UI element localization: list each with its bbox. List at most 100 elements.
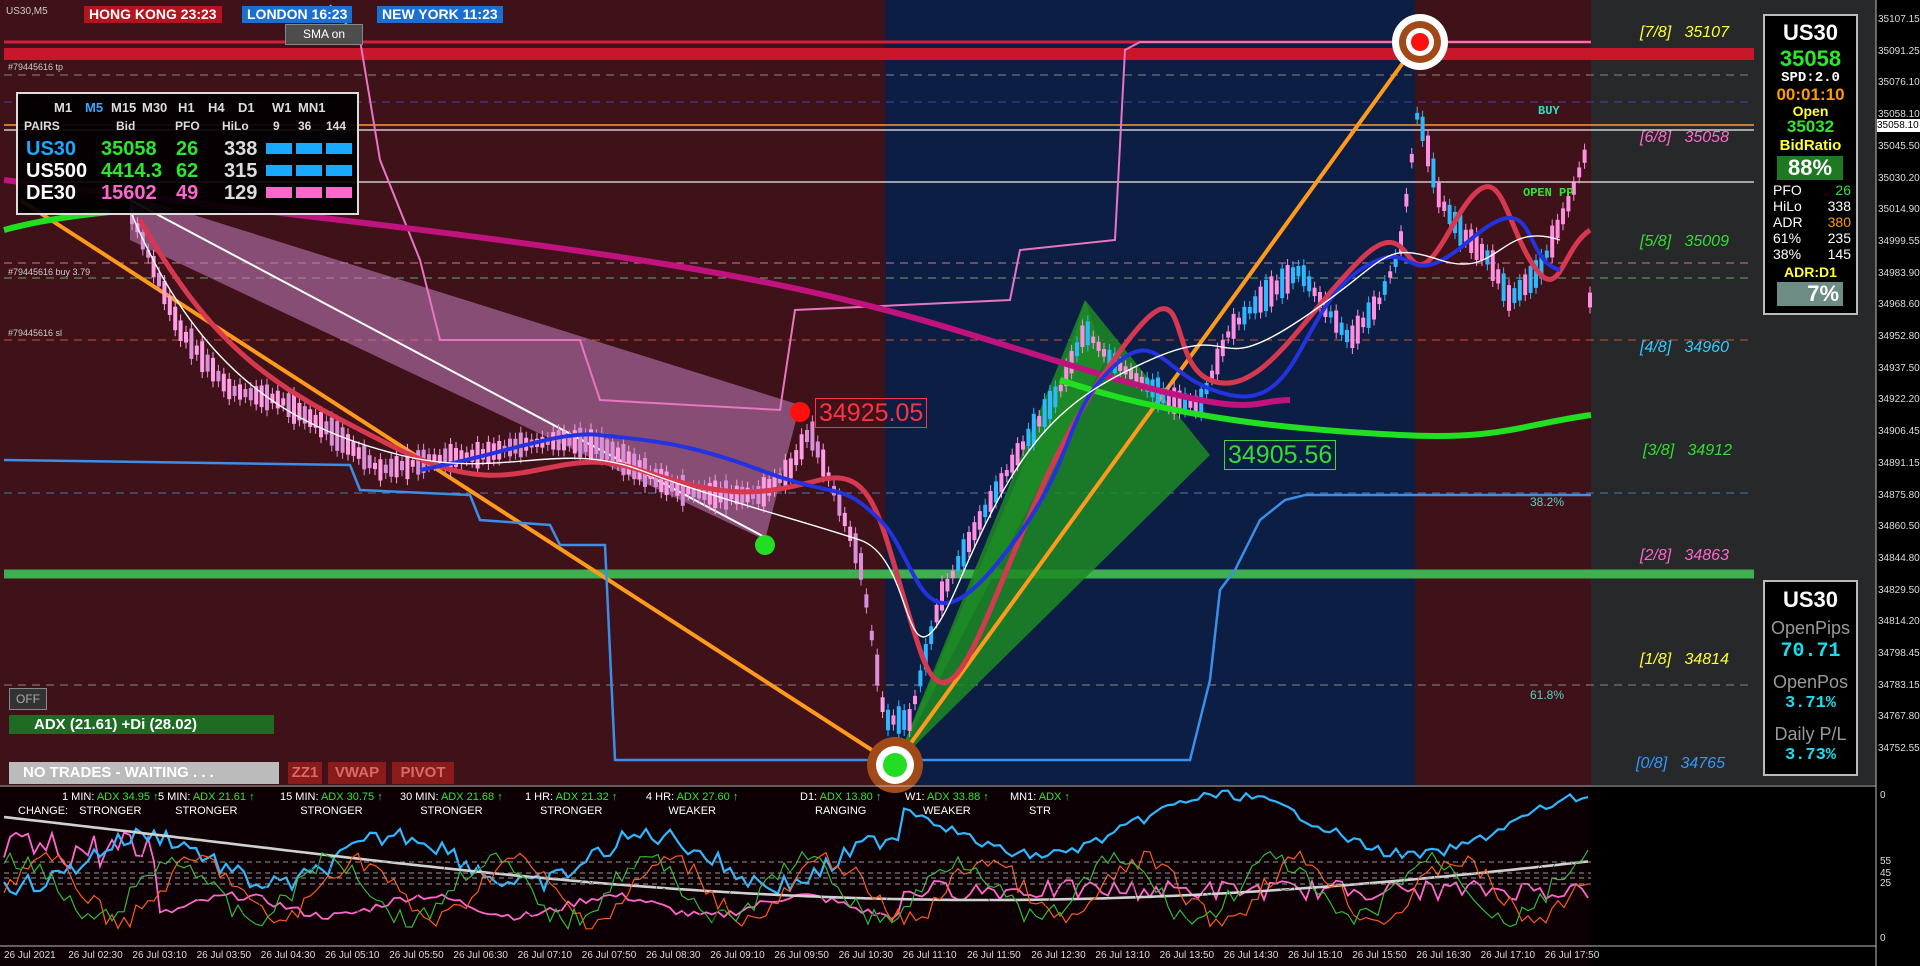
tf-m5[interactable]: M5 <box>85 100 103 115</box>
pair-hilo: 315 <box>224 160 258 182</box>
open-pp-label: OPEN PP <box>1523 186 1574 200</box>
target-low-dot <box>883 753 907 777</box>
candle <box>902 710 907 730</box>
pairs-dashboard: M1 M5 M15 M30 H1 H4 D1 W1 MN1 PAIRS Bid … <box>16 92 359 215</box>
tf-m15[interactable]: M15 <box>111 100 136 115</box>
candle <box>767 479 772 496</box>
ind-axis-label: 25 <box>1880 878 1892 889</box>
candle <box>1031 413 1036 445</box>
fib-label: [3/8] <box>1643 442 1675 459</box>
candle <box>1091 336 1096 344</box>
time-axis-label: 26 Jul 2021 <box>4 950 56 961</box>
candle <box>907 709 912 731</box>
price-axis-label: 34906.45 <box>1878 426 1920 438</box>
tf-m1[interactable]: M1 <box>54 100 72 115</box>
time-axis-label: 26 Jul 16:30 <box>1416 950 1471 961</box>
candle <box>972 522 977 541</box>
pnl-symbol: US30 <box>1782 587 1839 612</box>
swing-low-callout: 34905.56 <box>1224 440 1337 470</box>
candle <box>886 709 890 731</box>
panel-symbol: US30 <box>1782 20 1839 45</box>
stat-value: 380 <box>1827 214 1851 230</box>
fib-level-5-8: [5/8] 35009 <box>1640 233 1729 251</box>
swing-high-callout: 34925.05 <box>815 398 928 428</box>
candle <box>324 421 329 435</box>
swing-high-marker <box>790 402 810 422</box>
open-pips-label: OpenPips <box>1770 618 1851 638</box>
tf-mn1[interactable]: MN1 <box>298 100 325 115</box>
candle <box>1447 204 1452 224</box>
pair-pfo: 62 <box>176 160 199 182</box>
candle <box>1015 443 1020 466</box>
open-pips-value: 70.71 <box>1780 640 1841 663</box>
pair-bid: 4414.3 <box>101 160 163 182</box>
candle <box>1409 154 1414 163</box>
candle <box>988 491 993 512</box>
candle <box>1085 321 1090 346</box>
candle <box>1355 315 1360 344</box>
pair-name: DE30 <box>26 182 77 204</box>
time-axis-label: 26 Jul 06:30 <box>453 950 508 961</box>
candle <box>788 458 793 479</box>
pair-pfo: 49 <box>176 182 199 204</box>
candle <box>859 553 863 580</box>
candle <box>1377 297 1382 305</box>
candle <box>1215 348 1220 375</box>
adx-timeframe-item: 4 HR: ADX 27.60 ↑ WEAKER <box>646 790 738 818</box>
price-axis-label: 35076.10 <box>1878 77 1920 89</box>
candle <box>205 354 210 372</box>
time-axis-label: 26 Jul 04:30 <box>260 950 316 961</box>
fib-value: 34912 <box>1687 442 1732 459</box>
candle <box>913 695 917 705</box>
candle <box>1501 273 1506 301</box>
time-axis-label: 26 Jul 13:50 <box>1159 950 1215 961</box>
adx-value: ADX 13.80 ↑ <box>819 791 882 803</box>
candle <box>562 430 566 451</box>
tf-m30[interactable]: M30 <box>142 100 167 115</box>
time-axis-label: 26 Jul 11:50 <box>967 950 1021 961</box>
candle <box>1312 287 1317 297</box>
adx-value: ADX 21.61 ↑ <box>192 791 255 803</box>
price-axis-label: 34814.20 <box>1878 616 1920 628</box>
tf-h1[interactable]: H1 <box>178 100 195 115</box>
fib-label: [6/8] <box>1640 129 1672 146</box>
price-axis-label: 34829.50 <box>1878 584 1920 596</box>
candle <box>999 473 1004 492</box>
zz1-button[interactable]: ZZ1 <box>288 762 322 784</box>
candle <box>1582 149 1587 163</box>
candle <box>1053 386 1058 408</box>
candle <box>556 430 561 451</box>
change-label: CHANGE: <box>18 805 69 817</box>
tf-h4[interactable]: H4 <box>208 100 225 115</box>
vwap-button[interactable]: VWAP <box>328 762 386 784</box>
price-axis-label: 34999.55 <box>1878 235 1920 247</box>
tf-d1[interactable]: D1 <box>238 100 255 115</box>
col-pfo: PFO <box>175 119 200 133</box>
candle <box>1366 302 1371 328</box>
adx-value: ADX 33.88 ↑ <box>927 791 989 803</box>
panel-timer: 00:01:10 <box>1776 85 1845 104</box>
candle <box>378 459 383 481</box>
sma-toggle-button[interactable]: SMA on <box>285 24 363 45</box>
fib-38-label: 38.2% <box>1530 495 1565 509</box>
tf-w1[interactable]: W1 <box>272 100 292 115</box>
fib-label: [2/8] <box>1640 547 1672 564</box>
candle <box>794 450 799 466</box>
stat-value: 26 <box>1835 182 1851 198</box>
panel-bidratio-value: 88% <box>1777 156 1843 180</box>
candle <box>664 471 669 496</box>
ind-axis-label: 0 <box>1880 790 1886 801</box>
candle <box>815 441 820 458</box>
candle <box>281 398 286 406</box>
candle <box>194 345 199 355</box>
open-pos-label: OpenPos <box>1772 672 1849 692</box>
time-axis-label: 26 Jul 10:30 <box>838 950 894 961</box>
pivot-button[interactable]: PIVOT <box>392 762 454 784</box>
candle <box>810 421 815 451</box>
candle <box>1242 306 1247 325</box>
off-button[interactable]: OFF <box>9 688 47 710</box>
order-sl-label: #79445616 sl <box>8 328 63 338</box>
adx-value: ADX ↑ <box>1038 791 1070 803</box>
adx-timeframe-item: 30 MIN: ADX 21.68 ↑ STRONGER <box>400 790 503 818</box>
col-hilo: HiLo <box>222 119 249 133</box>
